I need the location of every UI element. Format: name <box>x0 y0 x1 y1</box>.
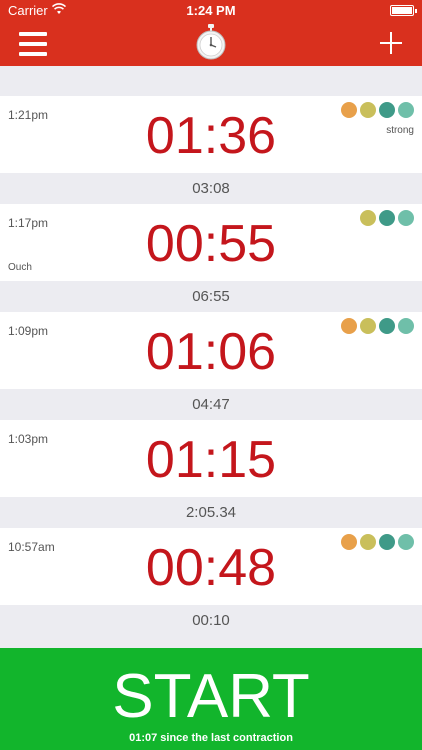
intensity-dots <box>341 534 414 550</box>
interval-label: 2:05.34 <box>185 504 237 521</box>
intensity-dot-icon <box>398 102 414 118</box>
interval-label: 03:08 <box>192 180 230 197</box>
stopwatch-icon <box>196 24 226 60</box>
start-label: START <box>112 662 310 731</box>
intensity-dot-icon <box>360 102 376 118</box>
intensity-dot-icon <box>398 318 414 334</box>
contraction-note: Ouch <box>8 262 32 273</box>
contraction-row[interactable]: 1:17pm 00:55 Ouch <box>0 204 422 281</box>
interval-label: 00:10 <box>192 612 230 629</box>
battery-icon <box>390 5 417 16</box>
intensity-label: strong <box>386 125 414 136</box>
intensity-dot-icon <box>379 318 395 334</box>
intensity-dots <box>360 210 414 226</box>
intensity-dot-icon <box>360 534 376 550</box>
intensity-dot-icon <box>379 534 395 550</box>
status-time: 1:24 PM <box>186 3 236 18</box>
hamburger-menu-icon[interactable] <box>19 32 47 56</box>
interval-label: 04:47 <box>192 396 230 413</box>
intensity-dot-icon <box>360 210 376 226</box>
contraction-duration: 01:15 <box>145 431 277 489</box>
intensity-dot-icon <box>360 318 376 334</box>
intensity-dot-icon <box>341 534 357 550</box>
contraction-row[interactable]: 10:57am 00:48 <box>0 528 422 605</box>
intensity-dot-icon <box>379 210 395 226</box>
contraction-row[interactable]: 1:09pm 01:06 <box>0 312 422 389</box>
intensity-dots <box>341 102 414 118</box>
intensity-dot-icon <box>341 318 357 334</box>
interval-label: 06:55 <box>192 288 230 305</box>
intensity-dot-icon <box>398 534 414 550</box>
nav-bar <box>0 22 422 66</box>
contraction-row[interactable]: 1:03pm 01:15 <box>0 420 422 497</box>
start-button[interactable]: START 01:07 since the last contraction <box>0 648 422 750</box>
intensity-dot-icon <box>341 102 357 118</box>
intensity-dot-icon <box>398 210 414 226</box>
contraction-row[interactable]: 1:21pm 01:36 strong <box>0 96 422 173</box>
since-last-contraction: 01:07 since the last contraction <box>129 732 293 744</box>
contraction-list: 1:21pm 01:36 strong 03:08 1:17pm 00:55 Ouch 06:… <box>0 96 422 636</box>
plus-icon[interactable] <box>380 32 402 54</box>
intensity-dot-icon <box>379 102 395 118</box>
intensity-dots <box>341 318 414 334</box>
status-bar: Carrier 1:24 PM <box>0 0 422 22</box>
contraction-duration: 00:55 <box>145 215 277 273</box>
